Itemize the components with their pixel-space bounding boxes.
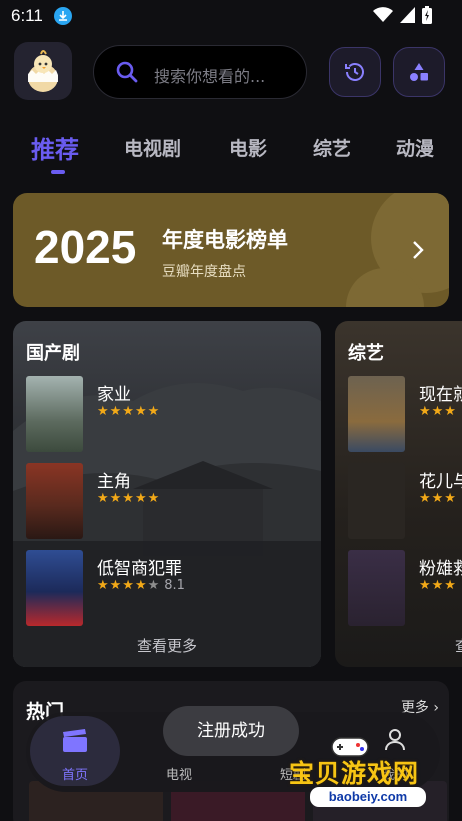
app-logo[interactable] bbox=[14, 42, 72, 100]
view-more-link[interactable]: 查 bbox=[455, 635, 462, 656]
item-title: 家业 bbox=[97, 385, 131, 405]
signal-icon bbox=[400, 7, 415, 23]
history-icon bbox=[345, 63, 364, 81]
tab-indicator bbox=[51, 170, 65, 174]
clapperboard-icon bbox=[63, 729, 87, 752]
list-item[interactable]: 粉雄救 ★★★ bbox=[348, 550, 462, 626]
banner-year: 2025 bbox=[34, 221, 137, 273]
item-title: 低智商犯罪 bbox=[97, 559, 182, 579]
item-title: 现在就 bbox=[419, 385, 462, 405]
item-title: 花儿与 bbox=[419, 472, 462, 492]
watermark-url: baobeiy.com bbox=[310, 787, 426, 807]
item-title: 主角 bbox=[97, 472, 131, 492]
poster-image bbox=[348, 463, 405, 539]
variety-card: 综艺 现在就 ★★★ 花儿与 ★★★ 粉雄救 ★★★ 查 bbox=[335, 321, 462, 667]
rating-score: 8.1 bbox=[164, 578, 185, 593]
wifi-icon bbox=[373, 7, 393, 22]
item-title: 粉雄救 bbox=[419, 559, 462, 579]
tab-tv-series[interactable]: 电视剧 bbox=[124, 134, 181, 161]
header: 搜索你想看的... bbox=[0, 42, 462, 102]
nav-label: 电视 bbox=[165, 768, 192, 783]
list-item[interactable]: 现在就 ★★★ bbox=[348, 376, 462, 452]
banner-title: 年度电影榜单 bbox=[162, 228, 288, 252]
watermark-logo: 宝贝游戏网 baobeiy.com bbox=[288, 732, 462, 812]
poster-image bbox=[348, 376, 405, 452]
rating-stars: ★★★ bbox=[419, 578, 457, 593]
poster-image bbox=[348, 550, 405, 626]
tab-anime[interactable]: 动漫 bbox=[396, 134, 434, 161]
poster-image bbox=[26, 376, 83, 452]
nav-home[interactable]: 首页 bbox=[30, 716, 120, 786]
list-item[interactable]: 主角 ★★★★★ bbox=[26, 463, 316, 539]
toast-message: 注册成功 bbox=[163, 706, 299, 756]
search-bar[interactable]: 搜索你想看的... bbox=[93, 45, 307, 99]
domestic-drama-card: 国产剧 家业 ★★★★★ 主角 ★★★★★ 低智商犯罪 ★★★★★ 8.1 查看更… bbox=[13, 321, 321, 667]
card-title: 综艺 bbox=[348, 343, 384, 364]
poster-image bbox=[26, 550, 83, 626]
view-more-link[interactable]: 查看更多 bbox=[13, 635, 321, 656]
shapes-icon bbox=[410, 63, 428, 81]
category-button[interactable] bbox=[393, 47, 445, 97]
battery-icon bbox=[422, 6, 432, 24]
rating-stars: ★★★★★ 8.1 bbox=[97, 578, 185, 593]
search-icon bbox=[116, 61, 138, 83]
download-icon bbox=[54, 7, 72, 25]
list-item[interactable]: 低智商犯罪 ★★★★★ 8.1 bbox=[26, 550, 316, 626]
rating-stars: ★★★ bbox=[419, 404, 457, 419]
rating-stars: ★★★★★ bbox=[97, 491, 161, 506]
chevron-right-icon bbox=[413, 241, 424, 259]
poster-image bbox=[26, 463, 83, 539]
tab-variety[interactable]: 综艺 bbox=[313, 134, 351, 161]
nav-label: 首页 bbox=[61, 768, 88, 783]
tab-recommend[interactable]: 推荐 bbox=[31, 130, 79, 165]
banner-subtitle: 豆瓣年度盘点 bbox=[162, 264, 246, 280]
annual-ranking-banner[interactable]: 2025 年度电影榜单 豆瓣年度盘点 bbox=[13, 193, 449, 307]
search-placeholder: 搜索你想看的... bbox=[154, 67, 266, 86]
card-title: 国产剧 bbox=[26, 343, 80, 364]
watermark-text: 宝贝游戏网 bbox=[289, 759, 420, 788]
list-item[interactable]: 花儿与 ★★★ bbox=[348, 463, 462, 539]
rating-stars: ★★★★★ bbox=[97, 404, 161, 419]
tab-movie[interactable]: 电影 bbox=[229, 134, 267, 161]
history-button[interactable] bbox=[329, 47, 381, 97]
status-bar: 6:11 bbox=[0, 0, 462, 34]
rating-stars: ★★★ bbox=[419, 491, 457, 506]
list-item[interactable]: 家业 ★★★★★ bbox=[26, 376, 316, 452]
status-time: 6:11 bbox=[11, 6, 43, 25]
category-tabs: 推荐 电视剧 电影 综艺 动漫 bbox=[0, 130, 462, 178]
